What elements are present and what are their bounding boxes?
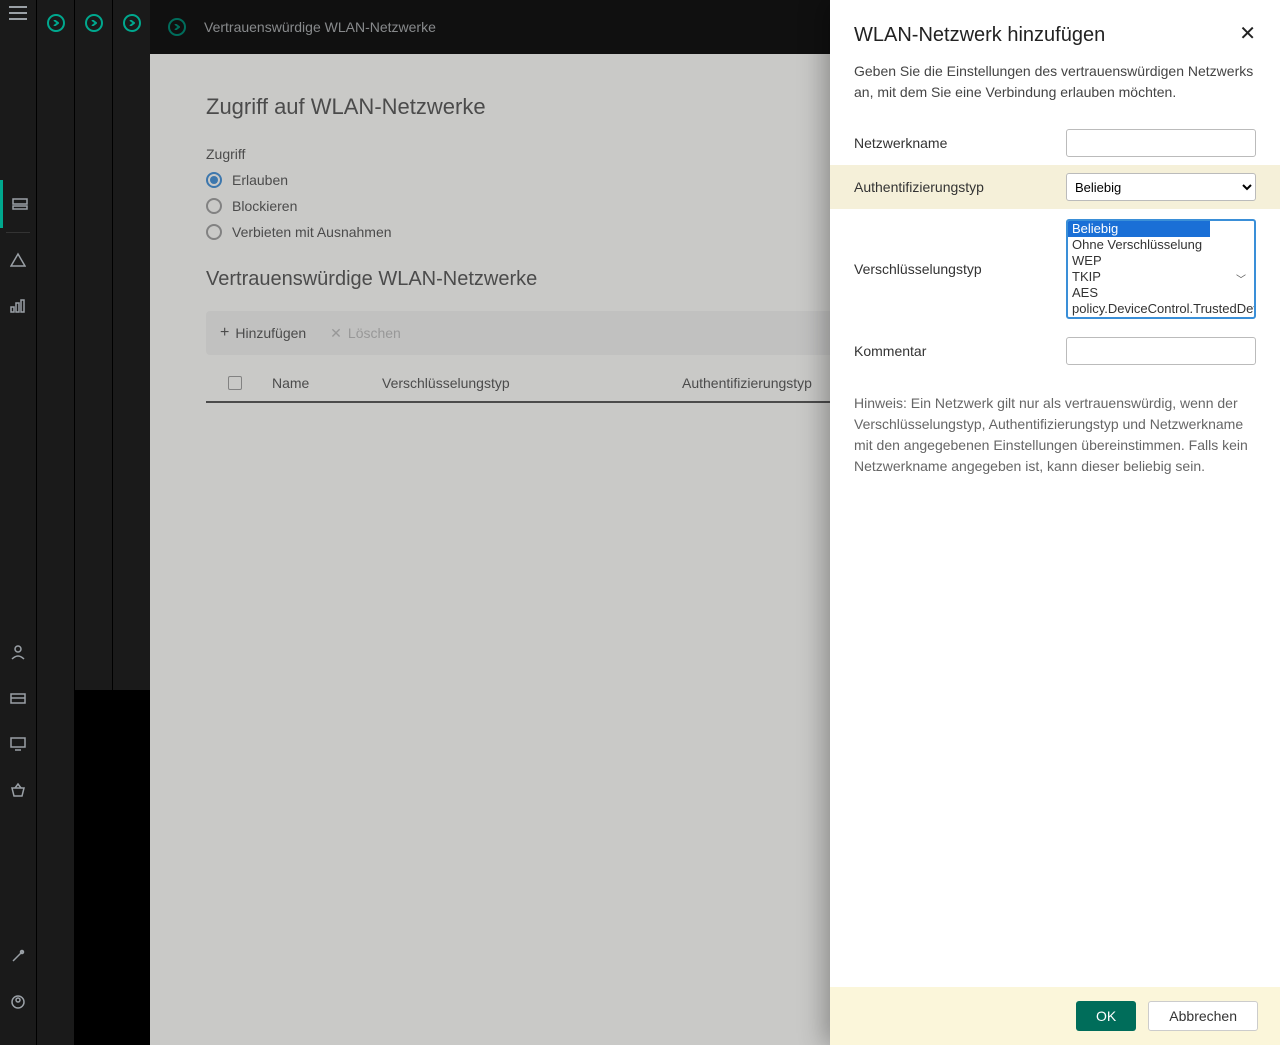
chevron-right-icon: [47, 14, 65, 32]
field-network-name: Netzwerkname: [854, 121, 1256, 165]
option-policy[interactable]: policy.DeviceControl.TrustedDevices: [1068, 301, 1254, 317]
nav-item-1[interactable]: [0, 180, 36, 228]
panel-footer: OK Abbrechen: [830, 987, 1280, 1045]
panel-title: WLAN-Netzwerk hinzufügen: [854, 24, 1105, 47]
page-title: Vertrauenswürdige WLAN-Netzwerke: [204, 19, 436, 35]
nav-item-alert[interactable]: [0, 237, 36, 283]
nav-item-user[interactable]: [0, 629, 36, 675]
field-auth-type: Authentifizierungstyp Beliebig: [830, 165, 1280, 209]
menu-icon[interactable]: [9, 6, 27, 20]
enc-type-listbox[interactable]: Beliebig Ohne Verschlüsselung WEP TKIP A…: [1066, 219, 1256, 319]
nav-item-monitor[interactable]: [0, 721, 36, 767]
chevron-right-icon: [85, 14, 103, 32]
bc-col-3[interactable]: [112, 0, 150, 690]
option-tkip[interactable]: TKIP: [1068, 269, 1254, 285]
label-network-name: Netzwerkname: [854, 135, 1066, 151]
nav-item-account[interactable]: [0, 979, 36, 1025]
nav-item-settings[interactable]: [0, 933, 36, 979]
nav-rail: [0, 0, 36, 1045]
ok-button[interactable]: OK: [1076, 1001, 1136, 1031]
panel-note: Hinweis: Ein Netzwerk gilt nur als vertr…: [854, 393, 1256, 477]
nav-item-card[interactable]: [0, 675, 36, 721]
breadcrumb-columns: [36, 0, 150, 1045]
label-enc-type: Verschlüsselungstyp: [854, 261, 1066, 277]
bc-col-2[interactable]: [74, 0, 112, 690]
chevron-down-icon: ﹀: [1236, 271, 1246, 286]
side-panel: WLAN-Netzwerk hinzufügen ✕ Geben Sie die…: [830, 0, 1280, 1045]
option-none[interactable]: Ohne Verschlüsselung: [1068, 237, 1254, 253]
option-aes[interactable]: AES: [1068, 285, 1254, 301]
comment-input[interactable]: [1066, 337, 1256, 365]
nav-item-chart[interactable]: [0, 283, 36, 329]
network-name-input[interactable]: [1066, 129, 1256, 157]
auth-type-select[interactable]: Beliebig: [1066, 173, 1256, 201]
label-comment: Kommentar: [854, 343, 1066, 359]
cancel-button[interactable]: Abbrechen: [1148, 1001, 1258, 1031]
option-beliebig[interactable]: Beliebig: [1068, 221, 1210, 237]
close-icon[interactable]: ✕: [1239, 24, 1256, 44]
option-wep[interactable]: WEP: [1068, 253, 1254, 269]
nav-item-basket[interactable]: [0, 767, 36, 813]
field-enc-type: Verschlüsselungstyp Beliebig Ohne Versch…: [854, 209, 1256, 329]
button-label: OK: [1096, 1008, 1116, 1024]
field-comment: Kommentar: [854, 329, 1256, 373]
button-label: Abbrechen: [1169, 1008, 1237, 1024]
bc-col-1[interactable]: [36, 0, 74, 1045]
label-auth-type: Authentifizierungstyp: [854, 179, 1066, 195]
chevron-right-icon: [123, 14, 141, 32]
panel-description: Geben Sie die Einstellungen des vertraue…: [854, 61, 1256, 103]
chevron-right-icon[interactable]: [168, 18, 186, 36]
